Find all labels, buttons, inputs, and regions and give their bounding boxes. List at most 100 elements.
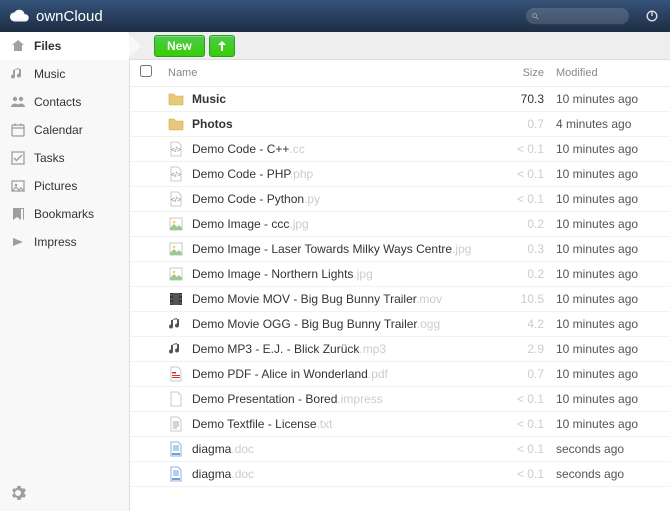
sidebar-item-contacts[interactable]: Contacts [0, 88, 129, 116]
file-name: Photos [192, 117, 233, 131]
file-modified: 10 minutes ago [550, 386, 670, 411]
logo[interactable]: ownCloud [8, 4, 103, 28]
file-modified: 10 minutes ago [550, 286, 670, 311]
file-row[interactable]: Demo Image - Northern Lights.jpg0.210 mi… [130, 261, 670, 286]
file-row[interactable]: Demo Code - C++.cc< 0.110 minutes ago [130, 136, 670, 161]
file-table: Name Size Modified Music70.310 minutes a… [130, 60, 670, 487]
sidebar-item-calendar[interactable]: Calendar [0, 116, 129, 144]
file-name-cell[interactable]: Demo Image - Laser Towards Milky Ways Ce… [162, 236, 490, 261]
file-name-cell[interactable]: Demo Image - Northern Lights.jpg [162, 261, 490, 286]
sidebar-item-label: Music [34, 67, 65, 81]
sidebar-item-impress[interactable]: Impress [0, 228, 129, 256]
file-row[interactable]: Demo Presentation - Bored.impress< 0.110… [130, 386, 670, 411]
file-size: 0.7 [490, 111, 550, 136]
file-row[interactable]: diagma.doc< 0.1seconds ago [130, 436, 670, 461]
file-ext: .impress [337, 392, 382, 406]
file-name-cell[interactable]: Photos [162, 111, 490, 136]
row-checkbox-cell [130, 286, 162, 311]
power-icon [645, 9, 659, 23]
search-input[interactable] [543, 10, 623, 22]
file-modified: 10 minutes ago [550, 336, 670, 361]
select-all-checkbox[interactable] [140, 65, 152, 77]
file-ext: .doc [231, 442, 254, 456]
file-name-cell[interactable]: Demo Code - Python.py [162, 186, 490, 211]
sidebar-item-label: Pictures [34, 179, 77, 193]
file-size: < 0.1 [490, 461, 550, 486]
power-button[interactable] [642, 6, 662, 26]
file-name-cell[interactable]: diagma.doc [162, 436, 490, 461]
file-type-icon [168, 316, 184, 332]
file-modified: 4 minutes ago [550, 111, 670, 136]
file-name-cell[interactable]: Demo Code - C++.cc [162, 136, 490, 161]
bookmarks-icon [10, 206, 26, 222]
row-checkbox-cell [130, 461, 162, 486]
col-modified[interactable]: Modified [550, 60, 670, 86]
row-checkbox-cell [130, 411, 162, 436]
sidebar-item-label: Calendar [34, 123, 83, 137]
file-row[interactable]: Demo MP3 - E.J. - Blick Zurück.mp32.910 … [130, 336, 670, 361]
file-name: diagma.doc [192, 442, 254, 456]
file-ext: .cc [289, 142, 304, 156]
settings-button[interactable] [10, 485, 28, 503]
file-name-cell[interactable]: Demo Presentation - Bored.impress [162, 386, 490, 411]
sidebar-item-music[interactable]: Music [0, 60, 129, 88]
row-checkbox-cell [130, 436, 162, 461]
file-ext: .pdf [368, 367, 388, 381]
file-name-cell[interactable]: Demo Movie MOV - Big Bug Bunny Trailer.m… [162, 286, 490, 311]
sidebar-item-files[interactable]: Files [0, 32, 129, 60]
cloud-icon [8, 4, 32, 28]
file-name: Demo MP3 - E.J. - Blick Zurück.mp3 [192, 342, 386, 356]
file-name: Demo Image - Laser Towards Milky Ways Ce… [192, 242, 471, 256]
app-name: ownCloud [36, 8, 103, 25]
file-name-cell[interactable]: Demo PDF - Alice in Wonderland.pdf [162, 361, 490, 386]
file-type-icon [168, 241, 184, 257]
sidebar-item-tasks[interactable]: Tasks [0, 144, 129, 172]
file-name-cell[interactable]: Demo Image - ccc.jpg [162, 211, 490, 236]
file-size: < 0.1 [490, 436, 550, 461]
file-row[interactable]: diagma.doc< 0.1seconds ago [130, 461, 670, 486]
file-name: Demo Textfile - License.txt [192, 417, 333, 431]
main-content: New Name Size Modified Music70.310 minut… [130, 32, 670, 511]
sidebar-item-bookmarks[interactable]: Bookmarks [0, 200, 129, 228]
file-ext: .py [304, 192, 320, 206]
file-ext: .ogg [417, 317, 440, 331]
file-row[interactable]: Demo Image - ccc.jpg0.210 minutes ago [130, 211, 670, 236]
file-row[interactable]: Demo Movie MOV - Big Bug Bunny Trailer.m… [130, 286, 670, 311]
sidebar-item-pictures[interactable]: Pictures [0, 172, 129, 200]
new-button[interactable]: New [154, 35, 205, 57]
file-name: Demo Code - C++.cc [192, 142, 305, 156]
search-box[interactable] [525, 7, 630, 25]
music-icon [10, 66, 26, 82]
file-name-cell[interactable]: Demo Movie OGG - Big Bug Bunny Trailer.o… [162, 311, 490, 336]
file-name-cell[interactable]: Music [162, 86, 490, 111]
col-checkbox [130, 60, 162, 86]
file-type-icon [168, 416, 184, 432]
file-row[interactable]: Demo Movie OGG - Big Bug Bunny Trailer.o… [130, 311, 670, 336]
file-type-icon [168, 441, 184, 457]
file-modified: seconds ago [550, 461, 670, 486]
file-name-cell[interactable]: Demo Code - PHP.php [162, 161, 490, 186]
col-name[interactable]: Name [162, 60, 490, 86]
file-row[interactable]: Demo PDF - Alice in Wonderland.pdf0.710 … [130, 361, 670, 386]
col-size[interactable]: Size [490, 60, 550, 86]
impress-icon [10, 234, 26, 250]
calendar-icon [10, 122, 26, 138]
file-size: 70.3 [490, 86, 550, 111]
file-name-cell[interactable]: Demo Textfile - License.txt [162, 411, 490, 436]
sidebar-item-label: Tasks [34, 151, 65, 165]
file-row[interactable]: Demo Code - Python.py< 0.110 minutes ago [130, 186, 670, 211]
file-row[interactable]: Photos 0.74 minutes ago [130, 111, 670, 136]
file-type-icon [168, 116, 184, 132]
file-row[interactable]: Music70.310 minutes ago [130, 86, 670, 111]
file-name-cell[interactable]: diagma.doc [162, 461, 490, 486]
upload-button[interactable] [209, 35, 235, 57]
file-row[interactable]: Demo Code - PHP.php< 0.110 minutes ago [130, 161, 670, 186]
gear-icon [10, 485, 26, 501]
file-type-icon [168, 341, 184, 357]
row-checkbox-cell [130, 136, 162, 161]
file-row[interactable]: Demo Textfile - License.txt< 0.110 minut… [130, 411, 670, 436]
file-name-cell[interactable]: Demo MP3 - E.J. - Blick Zurück.mp3 [162, 336, 490, 361]
file-name: Demo Code - Python.py [192, 192, 320, 206]
file-name: Demo Image - ccc.jpg [192, 217, 309, 231]
file-row[interactable]: Demo Image - Laser Towards Milky Ways Ce… [130, 236, 670, 261]
